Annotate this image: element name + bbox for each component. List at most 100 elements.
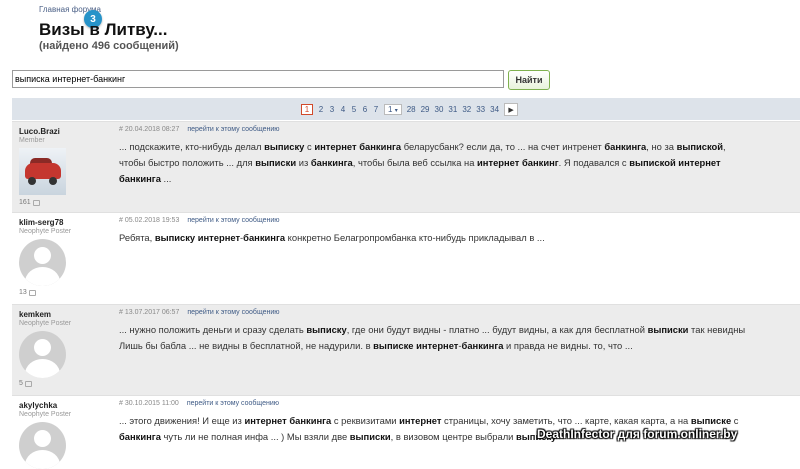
highlighted-term: банкинга	[461, 340, 504, 351]
post-meta: # 30.10.2015 11:00 перейти к этому сообще…	[119, 400, 279, 407]
post-author[interactable]: klim-serg78	[19, 218, 63, 227]
text-fragment: страницы, хочу заметить, что ... карте, …	[441, 415, 691, 426]
highlighted-term: интернет	[399, 415, 442, 426]
post-author[interactable]: akylychka	[19, 401, 57, 410]
post-item: kemkem Neophyte Poster 5 # 13.07.2017 06…	[12, 304, 800, 396]
text-fragment: чуть ли не полная инфа ... ) Мы взяли дв…	[160, 431, 350, 442]
page-select-value: 1	[388, 105, 393, 114]
avatar[interactable]	[19, 148, 66, 195]
goto-post-link[interactable]: перейти к этому сообщению	[187, 309, 279, 316]
post-count-value: 5	[19, 380, 23, 387]
post-meta: # 13.07.2017 06:57 перейти к этому сообще…	[119, 309, 280, 316]
post-author-role: Neophyte Poster	[19, 320, 72, 327]
text-fragment: , в визовом центре выбрали	[390, 431, 517, 442]
text-fragment: из	[296, 157, 311, 168]
text-fragment: и правда не видны. то, что ...	[503, 340, 633, 351]
text-fragment: ... подскажите, кто-нибудь делал	[119, 141, 265, 152]
page-links-group: 234567	[318, 105, 384, 114]
post-author-role: Member	[19, 137, 45, 144]
post-count: 161	[19, 199, 40, 206]
page-link-4[interactable]: 4	[340, 105, 346, 114]
highlighted-term: выписке	[690, 415, 732, 426]
post-author[interactable]: kemkem	[19, 310, 51, 319]
page-select-dropdown[interactable]: 1 ▾	[384, 104, 402, 115]
avatar[interactable]	[19, 239, 66, 286]
highlighted-term: выписки	[255, 157, 297, 168]
text-fragment: с	[731, 415, 739, 426]
text-fragment: ... этого движения! И еще из	[119, 415, 245, 426]
post-item: Luco.Brazi Member 161 # 20.04.2018 08:27…	[12, 121, 800, 213]
highlighted-term: выписке интернет	[373, 340, 459, 351]
highlighted-term: банкинга	[604, 141, 647, 152]
text-fragment: , но за	[646, 141, 677, 152]
post-text: ... нужно положить деньги и сразу сделат…	[119, 322, 749, 354]
post-count: 5	[19, 380, 32, 387]
page-current[interactable]: 1	[301, 104, 313, 115]
search-input[interactable]	[12, 70, 504, 88]
highlighted-term: выписку интернет	[154, 232, 241, 243]
results-count: (найдено 496 сообщений)	[39, 40, 179, 52]
post-date: # 05.02.2018 19:53	[119, 217, 180, 224]
page-link-7[interactable]: 7	[373, 105, 379, 114]
post-date: # 30.10.2015 11:00	[119, 400, 179, 407]
text-fragment: Ребята,	[119, 232, 155, 243]
highlighted-term: выписки	[349, 431, 391, 442]
text-fragment: ... нужно положить деньги и сразу сделат…	[119, 324, 307, 335]
chevron-down-icon: ▾	[394, 108, 398, 114]
post-text: ... подскажите, кто-нибудь делал выписку…	[119, 139, 749, 187]
arrow-right-icon: ▶	[508, 106, 514, 114]
goto-post-link[interactable]: перейти к этому сообщению	[187, 217, 279, 224]
highlighted-term: выписки	[647, 324, 689, 335]
highlighted-term: банкинга	[243, 232, 286, 243]
highlighted-term: интернет банкинга	[314, 141, 402, 152]
page-link-29[interactable]: 29	[421, 105, 430, 114]
goto-post-link[interactable]: перейти к этому сообщению	[187, 126, 279, 133]
highlighted-term: банкинга	[310, 157, 353, 168]
page-link-3[interactable]: 3	[329, 105, 335, 114]
highlighted-term: выписку	[264, 141, 305, 152]
post-date: # 13.07.2017 06:57	[119, 309, 180, 316]
search-button[interactable]: Найти	[508, 70, 550, 90]
post-meta: # 20.04.2018 08:27 перейти к этому сообще…	[119, 126, 280, 133]
post-count-value: 13	[19, 289, 27, 296]
goto-post-link[interactable]: перейти к этому сообщению	[187, 400, 279, 407]
page-link-32[interactable]: 32	[462, 105, 471, 114]
page-link-33[interactable]: 33	[476, 105, 485, 114]
page-links-group: 28 29 30 31 32 33 34	[407, 105, 504, 114]
text-fragment: беларусбанк? если да, то ... на счет инт…	[401, 141, 605, 152]
comment-icon	[28, 289, 36, 296]
page-link-2[interactable]: 2	[318, 105, 324, 114]
text-fragment: , чтобы была веб ссылка на	[352, 157, 478, 168]
page-link-31[interactable]: 31	[448, 105, 457, 114]
page-link-6[interactable]: 6	[362, 105, 368, 114]
text-fragment: с реквизитами	[331, 415, 400, 426]
page-title: Визы в Литву...	[39, 20, 168, 39]
post-text: Ребята, выписку интернет-банкинга конкре…	[119, 230, 749, 246]
post-item: klim-serg78 Neophyte Poster 13 # 05.02.2…	[12, 212, 800, 305]
highlighted-term: выпиской	[676, 141, 724, 152]
page-link-34[interactable]: 34	[490, 105, 499, 114]
next-page-button[interactable]: ▶	[504, 103, 519, 116]
page-link-30[interactable]: 30	[435, 105, 444, 114]
text-fragment: , где они будут видны - платно ... будут…	[346, 324, 648, 335]
text-fragment: ...	[160, 173, 172, 184]
text-fragment: конкретно Белагропромбанка кто-нибудь пр…	[285, 232, 545, 243]
post-author[interactable]: Luco.Brazi	[19, 127, 60, 136]
watermark: DeathInfector для forum.onliner.by	[537, 427, 738, 441]
text-fragment: . Я подавался с	[558, 157, 630, 168]
highlighted-term: выписку	[306, 324, 347, 335]
page-link-5[interactable]: 5	[351, 105, 357, 114]
avatar[interactable]	[19, 422, 66, 469]
comment-icon	[32, 199, 40, 206]
page-link-28[interactable]: 28	[407, 105, 416, 114]
avatar[interactable]	[19, 331, 66, 378]
highlighted-term: интернет банкинга	[244, 415, 332, 426]
text-fragment: с	[304, 141, 315, 152]
highlighted-term: интернет банкинг	[477, 157, 559, 168]
highlighted-term: банкинга	[119, 431, 161, 442]
post-count: 13	[19, 289, 36, 296]
post-count-value: 161	[19, 199, 31, 206]
post-author-role: Neophyte Poster	[19, 411, 72, 418]
pagination: 1 234567 1 ▾ 28 29 30 31 32 33 34 ▶	[301, 103, 523, 116]
comment-icon	[24, 380, 32, 387]
